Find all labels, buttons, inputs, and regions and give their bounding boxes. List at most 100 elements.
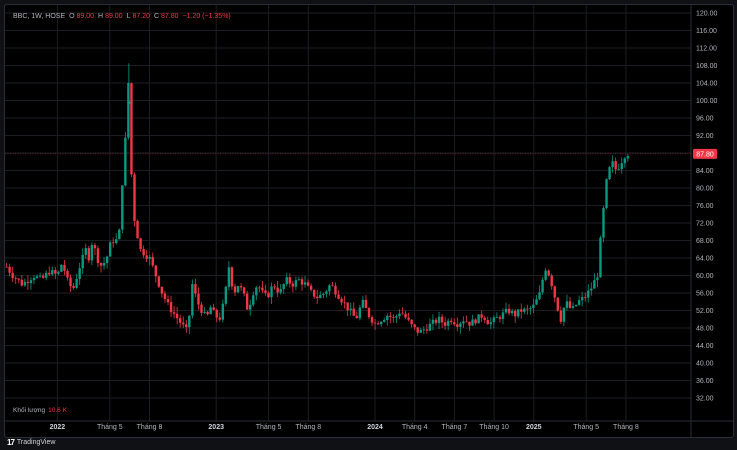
peak-marker [127, 101, 131, 105]
candle-body [492, 317, 496, 323]
high-label: H [98, 13, 104, 20]
candle-body [148, 256, 151, 259]
candle-body [544, 270, 547, 280]
candle-body [5, 266, 8, 268]
candle-body [69, 277, 72, 287]
candle-body [35, 276, 39, 278]
y-tick-label: 108.00 [696, 63, 718, 70]
candle-body [75, 278, 78, 288]
candle-body [513, 310, 517, 317]
candle-body [322, 293, 325, 295]
candle-body [261, 287, 264, 291]
x-tick-label: 2024 [367, 424, 383, 431]
candle-body [236, 286, 240, 293]
candle-body [303, 282, 307, 285]
candle-body [185, 324, 188, 328]
candle-body [273, 286, 276, 288]
candle-body [498, 317, 502, 319]
candle-body [587, 290, 590, 298]
candle-body [331, 285, 334, 287]
candle-body [57, 271, 60, 274]
candle-body [136, 220, 139, 239]
candle-body [349, 308, 352, 311]
y-tick-label: 40.00 [696, 361, 714, 368]
candle-body [258, 287, 261, 289]
candle-body [154, 265, 158, 277]
candle-body [620, 163, 623, 170]
candle-body [267, 292, 270, 298]
candle-body [379, 321, 383, 325]
candle-body [105, 256, 109, 264]
candle-body [26, 281, 30, 284]
candle-body [297, 279, 301, 281]
candle-body [474, 319, 477, 324]
candle-body [209, 307, 212, 315]
x-tick-label: Tháng 5 [573, 424, 599, 431]
candle-body [118, 229, 121, 240]
y-tick-label: 48.00 [696, 326, 714, 333]
candle-body [431, 319, 435, 324]
candle-body [541, 279, 544, 293]
candle-body [14, 278, 17, 279]
candle-body [17, 278, 20, 280]
y-tick-label: 116.00 [696, 28, 717, 35]
candle-body [291, 283, 295, 287]
candle-body [230, 267, 234, 287]
candle-body [249, 304, 252, 310]
candle-body [32, 277, 36, 281]
y-tick-label: 72.00 [696, 221, 714, 228]
candle-body [203, 311, 206, 313]
candle-body [571, 306, 575, 308]
candle-body [191, 284, 194, 316]
candle-body [121, 185, 124, 230]
candle-body [276, 287, 279, 293]
x-tick-label: Tháng 5 [256, 424, 282, 431]
y-tick-label: 60.00 [696, 273, 714, 280]
candle-body [328, 285, 331, 292]
candle-body [279, 288, 282, 293]
candle-body [282, 284, 285, 289]
candle-body [373, 322, 377, 324]
tradingview-brand[interactable]: 17 TradingView [7, 438, 55, 447]
x-tick-label: Tháng 4 [402, 424, 428, 431]
candle-body [623, 158, 627, 164]
candle-body [206, 311, 209, 315]
candle-body [48, 272, 51, 275]
candle-body [270, 286, 273, 298]
candle-body [221, 303, 225, 320]
candle-body [215, 309, 218, 318]
x-tick-label: Tháng 8 [613, 424, 639, 431]
x-tick-label: Tháng 7 [442, 424, 468, 431]
price-chart[interactable]: 32.00 36.00 40.00 44.00 48.00 52.00 56.00 60.00… [5, 5, 733, 437]
candle-body [468, 321, 471, 326]
candle-body [495, 317, 499, 319]
candle-body [389, 315, 392, 317]
candle-body [255, 287, 258, 296]
candle-body [547, 270, 550, 276]
candle-body [188, 315, 191, 328]
candle-body [471, 319, 474, 326]
candle-body [227, 267, 231, 287]
candle-body [218, 317, 221, 320]
x-tick-label: 2025 [526, 424, 542, 431]
candle-body [145, 255, 148, 259]
candle-body [611, 161, 614, 168]
candle-body [337, 294, 340, 299]
candle-body [352, 308, 355, 316]
candle-body [102, 263, 106, 266]
candle-body [565, 301, 569, 308]
candle-body [139, 238, 142, 249]
close-label: C [153, 13, 160, 20]
candle-body [370, 317, 374, 323]
volume-value: 10.6 K [48, 407, 67, 414]
x-tick-label: Tháng 10 [479, 424, 509, 431]
candle-body [398, 313, 401, 317]
candle-body [197, 293, 200, 305]
candle-body [264, 290, 267, 293]
candle-body [44, 272, 48, 278]
x-tick-label: Tháng 8 [137, 424, 163, 431]
chart-panel[interactable]: 32.00 36.00 40.00 44.00 48.00 52.00 56.00 60.00… [4, 4, 734, 438]
candle-body [593, 280, 596, 289]
low-label: L [126, 13, 131, 20]
candle-body [410, 319, 413, 325]
